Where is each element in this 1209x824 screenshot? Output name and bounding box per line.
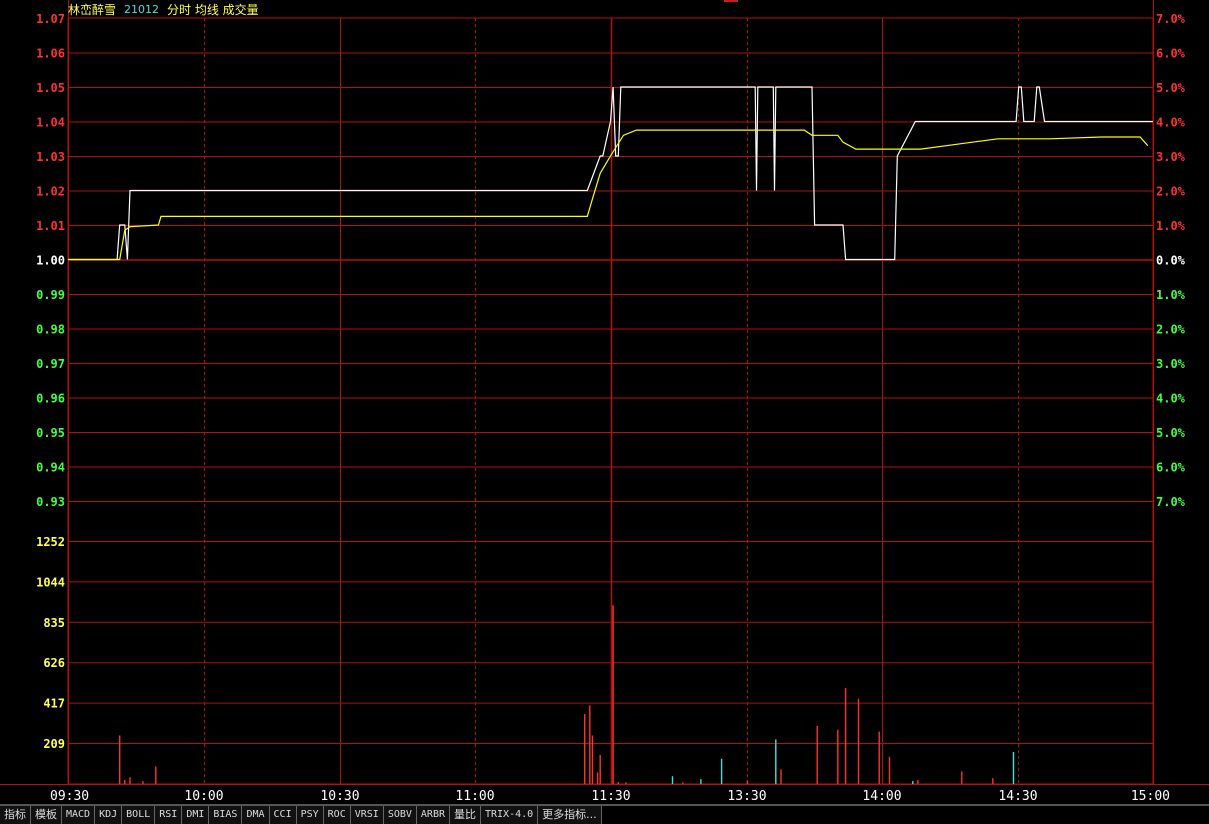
tab-cci[interactable]: CCI — [269, 806, 297, 824]
price-tick-label: 1.07 — [36, 12, 65, 26]
tab-dma[interactable]: DMA — [242, 806, 270, 824]
price-tick-label: 1.03 — [36, 150, 65, 164]
price-tick-label: 1.01 — [36, 219, 65, 233]
time-tick-label: 15:00 — [1131, 789, 1170, 804]
price-tick-label: 0.93 — [36, 495, 65, 509]
percent-tick-label: 4.0% — [1156, 392, 1186, 406]
tab-more-indicators[interactable]: 更多指标... — [538, 806, 602, 824]
tab-sobv[interactable]: SOBV — [383, 806, 417, 824]
price-tick-label: 0.98 — [36, 323, 65, 337]
time-tick-label: 10:00 — [184, 789, 223, 804]
percent-tick-label: 2.0% — [1156, 323, 1186, 337]
time-tick-label: 10:30 — [320, 789, 359, 804]
volume-tick-label: 1252 — [36, 535, 65, 549]
tab-vrsi[interactable]: VRSI — [350, 806, 384, 824]
tab-macd[interactable]: MACD — [62, 806, 96, 824]
price-tick-label: 1.00 — [36, 254, 65, 268]
percent-tick-label: 2.0% — [1156, 185, 1186, 199]
time-tick-label: 14:00 — [862, 789, 901, 804]
price-tick-label: 0.95 — [36, 426, 65, 440]
time-tick-label: 09:30 — [50, 789, 89, 804]
time-tick-label: 14:30 — [998, 789, 1037, 804]
stock-code: 21012 — [124, 3, 160, 16]
price-tick-label: 0.97 — [36, 357, 65, 371]
stock-name: 林峦醉雪 — [68, 3, 117, 17]
tab-boll[interactable]: BOLL — [122, 806, 156, 824]
percent-tick-label: 7.0% — [1156, 12, 1186, 26]
tab-arbr[interactable]: ARBR — [416, 806, 450, 824]
price-tick-label: 0.99 — [36, 288, 65, 302]
price-tick-label: 0.94 — [36, 461, 65, 475]
indicator-tab-bar: 指标 模板 MACD KDJ BOLL RSI DMI BIAS DMA CCI… — [0, 805, 1209, 824]
tab-trix[interactable]: TRIX-4.0 — [481, 806, 539, 824]
tab-templates[interactable]: 模板 — [31, 806, 62, 824]
tab-roc[interactable]: ROC — [323, 806, 351, 824]
volume-tick-label: 417 — [43, 697, 65, 711]
price-tick-label: 1.02 — [36, 185, 65, 199]
price-tick-label: 1.04 — [36, 116, 65, 130]
tab-psy[interactable]: PSY — [296, 806, 324, 824]
volume-tick-label: 626 — [43, 656, 65, 670]
percent-tick-label: 5.0% — [1156, 426, 1186, 440]
tab-rsi[interactable]: RSI — [155, 806, 183, 824]
percent-tick-label: 0.0% — [1156, 254, 1186, 268]
tab-indicators[interactable]: 指标 — [0, 806, 31, 824]
percent-tick-label: 3.0% — [1156, 357, 1186, 371]
tab-volume-ratio[interactable]: 量比 — [450, 806, 481, 824]
percent-tick-label: 4.0% — [1156, 116, 1186, 130]
volume-tick-label: 209 — [43, 737, 65, 751]
price-tick-label: 1.06 — [36, 47, 65, 61]
percent-tick-label: 5.0% — [1156, 81, 1186, 95]
price-tick-label: 0.96 — [36, 392, 65, 406]
tab-dmi[interactable]: DMI — [182, 806, 210, 824]
percent-tick-label: 6.0% — [1156, 461, 1186, 475]
intraday-chart[interactable]: 1.07 7.0% 1.06 6.0% 1.05 5.0% 1.04 4.0% 1.03 3.0%… — [0, 0, 1209, 823]
top-marker — [724, 0, 738, 2]
volume-tick-label: 835 — [43, 616, 65, 630]
price-tick-label: 1.05 — [36, 81, 65, 95]
percent-tick-label: 7.0% — [1156, 495, 1186, 509]
chart-header: 林峦醉雪 21012 分时 均线 成交量 — [68, 2, 259, 18]
time-tick-label: 11:00 — [455, 789, 494, 804]
tab-bias[interactable]: BIAS — [209, 806, 243, 824]
percent-tick-label: 1.0% — [1156, 288, 1186, 302]
chart-title: 分时 均线 成交量 — [167, 3, 259, 17]
percent-tick-label: 1.0% — [1156, 219, 1186, 233]
percent-tick-label: 3.0% — [1156, 150, 1186, 164]
percent-tick-label: 6.0% — [1156, 47, 1186, 61]
chart-background — [0, 0, 1209, 823]
volume-tick-label: 1044 — [36, 575, 65, 589]
tab-kdj[interactable]: KDJ — [95, 806, 123, 824]
time-tick-label: 11:30 — [591, 789, 630, 804]
time-tick-label: 13:30 — [727, 789, 766, 804]
